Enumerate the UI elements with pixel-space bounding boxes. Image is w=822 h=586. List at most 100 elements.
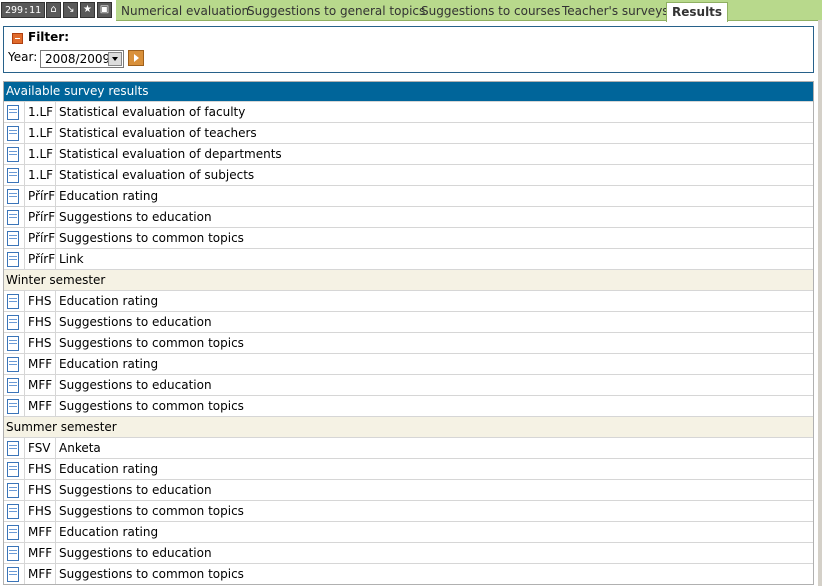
- home-icon[interactable]: ⌂: [46, 2, 61, 18]
- faculty-code: 1.LF: [24, 165, 55, 185]
- document-icon[interactable]: [7, 504, 19, 519]
- document-icon[interactable]: [7, 567, 19, 582]
- result-row[interactable]: FHS Education rating: [4, 458, 813, 479]
- result-row[interactable]: 1.LF Statistical evaluation of department…: [4, 143, 813, 164]
- document-icon[interactable]: [7, 399, 19, 414]
- document-icon[interactable]: [7, 126, 19, 141]
- result-row[interactable]: FHS Suggestions to common topics: [4, 500, 813, 521]
- survey-result-link[interactable]: Link: [55, 249, 813, 269]
- survey-result-link[interactable]: Education rating: [55, 354, 813, 374]
- result-row[interactable]: MFF Education rating: [4, 521, 813, 542]
- document-icon[interactable]: [7, 357, 19, 372]
- tab-numerical-evaluation[interactable]: Numerical evaluation: [121, 3, 249, 19]
- document-icon[interactable]: [7, 525, 19, 540]
- faculty-code: FSV: [24, 438, 55, 458]
- document-icon[interactable]: [7, 231, 19, 246]
- result-row[interactable]: FHS Suggestions to education: [4, 479, 813, 500]
- document-icon[interactable]: [7, 294, 19, 309]
- document-icon[interactable]: [7, 252, 19, 267]
- faculty-code: 1.LF: [24, 102, 55, 122]
- tab-results[interactable]: Results: [666, 2, 729, 22]
- survey-result-link[interactable]: Statistical evaluation of faculty: [55, 102, 813, 122]
- result-row[interactable]: FHS Suggestions to education: [4, 311, 813, 332]
- chevron-down-icon[interactable]: [108, 52, 122, 66]
- faculty-code: MFF: [24, 543, 55, 563]
- year-label: Year:: [8, 50, 38, 64]
- document-icon[interactable]: [7, 483, 19, 498]
- result-row[interactable]: PřírF Education rating: [4, 185, 813, 206]
- tab-bar: Numerical evaluation Suggestions to gene…: [116, 0, 822, 22]
- survey-result-link[interactable]: Suggestions to common topics: [55, 396, 813, 416]
- survey-result-link[interactable]: Suggestions to education: [55, 207, 813, 227]
- survey-result-link[interactable]: Suggestions to education: [55, 543, 813, 563]
- tab-teachers-surveys[interactable]: Teacher's surveys: [562, 3, 669, 19]
- star-icon[interactable]: ★: [80, 2, 95, 18]
- result-row[interactable]: MFF Suggestions to education: [4, 374, 813, 395]
- document-icon[interactable]: [7, 168, 19, 183]
- year-select[interactable]: 2008/2009: [40, 50, 124, 68]
- faculty-code: MFF: [24, 522, 55, 542]
- filter-title: Filter:: [28, 30, 70, 44]
- survey-result-link[interactable]: Suggestions to common topics: [55, 501, 813, 521]
- survey-result-link[interactable]: Education rating: [55, 291, 813, 311]
- go-button[interactable]: [128, 50, 144, 66]
- faculty-code: MFF: [24, 564, 55, 584]
- year-select-value: 2008/2009: [45, 52, 111, 66]
- result-row[interactable]: PřírF Suggestions to education: [4, 206, 813, 227]
- result-row[interactable]: MFF Suggestions to common topics: [4, 395, 813, 416]
- faculty-code: MFF: [24, 354, 55, 374]
- faculty-code: PřírF: [24, 207, 55, 227]
- survey-result-link[interactable]: Education rating: [55, 186, 813, 206]
- result-row[interactable]: MFF Suggestions to education: [4, 542, 813, 563]
- document-icon[interactable]: [7, 336, 19, 351]
- survey-result-link[interactable]: Statistical evaluation of teachers: [55, 123, 813, 143]
- document-icon[interactable]: [7, 210, 19, 225]
- faculty-code: PřírF: [24, 249, 55, 269]
- survey-result-link[interactable]: Suggestions to common topics: [55, 564, 813, 584]
- tab-suggestions-general[interactable]: Suggestions to general topics: [247, 3, 425, 19]
- result-row[interactable]: 1.LF Statistical evaluation of teachers: [4, 122, 813, 143]
- survey-result-link[interactable]: Suggestions to education: [55, 480, 813, 500]
- faculty-code: PřírF: [24, 228, 55, 248]
- document-icon[interactable]: [7, 105, 19, 120]
- result-row[interactable]: PřírF Suggestions to common topics: [4, 227, 813, 248]
- result-row[interactable]: FHS Education rating: [4, 290, 813, 311]
- survey-result-link[interactable]: Suggestions to common topics: [55, 333, 813, 353]
- survey-result-link[interactable]: Education rating: [55, 522, 813, 542]
- result-row[interactable]: PřírF Link: [4, 248, 813, 269]
- result-row[interactable]: 1.LF Statistical evaluation of faculty: [4, 101, 813, 122]
- document-icon[interactable]: [7, 147, 19, 162]
- faculty-code: FHS: [24, 291, 55, 311]
- document-icon[interactable]: [7, 441, 19, 456]
- document-icon[interactable]: [7, 546, 19, 561]
- faculty-code: FHS: [24, 459, 55, 479]
- document-icon[interactable]: [7, 189, 19, 204]
- faculty-code: FHS: [24, 312, 55, 332]
- result-row[interactable]: MFF Education rating: [4, 353, 813, 374]
- survey-result-link[interactable]: Suggestions to education: [55, 312, 813, 332]
- document-icon[interactable]: [7, 315, 19, 330]
- scrollbar[interactable]: [818, 20, 822, 586]
- result-row[interactable]: FSV Anketa: [4, 437, 813, 458]
- survey-result-link[interactable]: Statistical evaluation of subjects: [55, 165, 813, 185]
- collapse-icon[interactable]: [12, 33, 23, 44]
- print-icon[interactable]: ▣: [97, 2, 112, 18]
- survey-result-link[interactable]: Suggestions to education: [55, 375, 813, 395]
- survey-result-link[interactable]: Anketa: [55, 438, 813, 458]
- faculty-code: FHS: [24, 333, 55, 353]
- arrow-icon[interactable]: ↘: [63, 2, 78, 18]
- result-row[interactable]: FHS Suggestions to common topics: [4, 332, 813, 353]
- survey-result-link[interactable]: Suggestions to common topics: [55, 228, 813, 248]
- faculty-code: 1.LF: [24, 123, 55, 143]
- results-table: Available survey results 1.LF Statistical…: [3, 81, 814, 585]
- survey-result-link[interactable]: Education rating: [55, 459, 813, 479]
- result-row[interactable]: MFF Suggestions to common topics: [4, 563, 813, 584]
- faculty-code: FHS: [24, 480, 55, 500]
- faculty-code: 1.LF: [24, 144, 55, 164]
- document-icon[interactable]: [7, 462, 19, 477]
- section-winter-semester: Winter semester: [4, 269, 813, 290]
- document-icon[interactable]: [7, 378, 19, 393]
- survey-result-link[interactable]: Statistical evaluation of departments: [55, 144, 813, 164]
- result-row[interactable]: 1.LF Statistical evaluation of subjects: [4, 164, 813, 185]
- tab-suggestions-courses[interactable]: Suggestions to courses: [421, 3, 560, 19]
